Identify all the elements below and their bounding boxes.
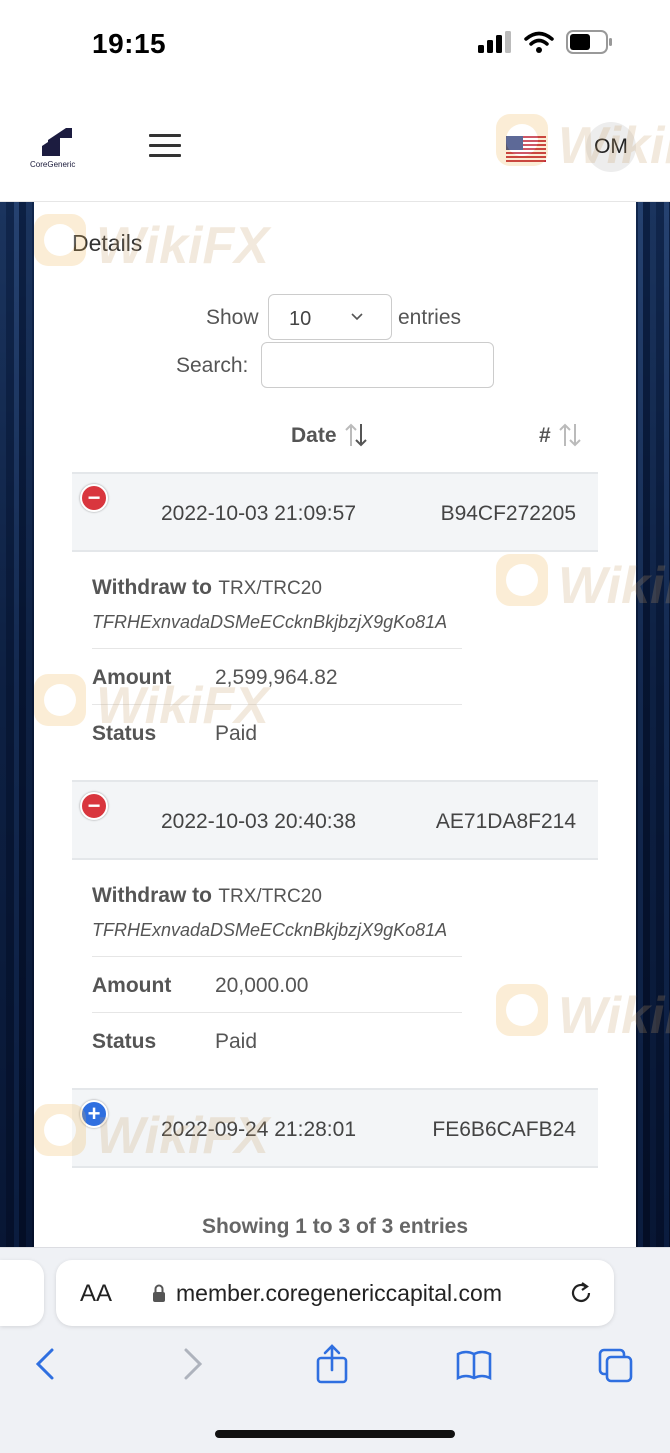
bookmarks-icon[interactable] xyxy=(456,1344,492,1384)
search-label: Search: xyxy=(176,354,249,377)
tabs-icon[interactable] xyxy=(598,1344,634,1384)
entries-length-control: Show 10 entries xyxy=(34,294,636,340)
entries-select-value: 10 xyxy=(289,308,312,330)
app-header: CoreGeneric OM xyxy=(0,90,670,202)
table-info: Showing 1 to 3 of 3 entries xyxy=(201,1215,469,1238)
avatar[interactable]: OM xyxy=(586,122,636,172)
amount-value: 20,000.00 xyxy=(215,974,309,997)
reload-icon[interactable] xyxy=(568,1280,594,1306)
row-details: Withdraw to TRX/TRC20 TFRHExnvadaDSMeECc… xyxy=(72,860,598,1090)
wifi-icon xyxy=(524,31,554,53)
lock-icon xyxy=(153,1284,165,1302)
chevron-down-icon xyxy=(351,313,363,321)
row-date: 2022-10-03 21:09:57 xyxy=(161,502,356,525)
search-input[interactable] xyxy=(261,342,494,388)
brand-logo[interactable]: CoreGeneric xyxy=(30,126,82,176)
divider xyxy=(92,1012,462,1013)
amount-label: Amount xyxy=(92,974,172,997)
table-row[interactable]: + 2022-09-24 21:28:01 FE6B6CAFB24 xyxy=(72,1090,598,1168)
url-text[interactable]: member.coregenericcapital.com xyxy=(176,1280,502,1307)
status-label: Status xyxy=(92,722,157,745)
status-value: Paid xyxy=(215,1030,258,1053)
row-id: B94CF272205 xyxy=(440,502,576,525)
row-date: 2022-09-24 21:28:01 xyxy=(161,1118,356,1141)
withdraw-label: Withdraw to xyxy=(92,576,212,599)
page-title: Details xyxy=(72,230,143,256)
status-icons xyxy=(478,30,614,54)
menu-icon[interactable] xyxy=(149,134,181,158)
amount-value: 2,599,964.82 xyxy=(215,666,338,689)
entries-label: entries xyxy=(398,306,462,329)
table-row[interactable]: − 2022-10-03 21:09:57 B94CF272205 xyxy=(72,474,598,552)
forward-icon[interactable] xyxy=(174,1344,210,1384)
withdraw-network: TRX/TRC20 xyxy=(218,578,322,599)
status-bar: 19:15 xyxy=(0,0,670,90)
wallet-address: TFRHExnvadaDSMeECcknBkjbzjX9gKo81A xyxy=(92,920,448,940)
divider xyxy=(92,704,462,705)
home-indicator[interactable] xyxy=(215,1430,455,1438)
withdraw-label: Withdraw to xyxy=(92,884,212,907)
withdraw-network: TRX/TRC20 xyxy=(218,886,322,907)
amount-label: Amount xyxy=(92,666,172,689)
column-header-id[interactable]: # xyxy=(539,424,551,448)
divider xyxy=(92,648,462,649)
divider xyxy=(92,956,462,957)
details-card: Details Show 10 entries Search: Date # −… xyxy=(34,202,636,1247)
logo-mark-icon xyxy=(42,128,72,156)
collapse-row-icon[interactable]: − xyxy=(80,484,108,512)
entries-select[interactable]: 10 xyxy=(268,294,392,340)
reader-options-button[interactable]: AA xyxy=(80,1280,112,1308)
withdraw-line: Withdraw to TRX/TRC20 xyxy=(92,576,462,600)
status-time: 19:15 xyxy=(92,28,167,59)
back-icon[interactable] xyxy=(28,1344,64,1384)
address-bar[interactable]: AA member.coregenericcapital.com xyxy=(56,1260,614,1326)
wallet-address: TFRHExnvadaDSMeECcknBkjbzjX9gKo81A xyxy=(92,612,448,632)
expand-row-icon[interactable]: + xyxy=(80,1100,108,1128)
column-header-date[interactable]: Date xyxy=(291,424,337,448)
browser-toolbar: AA member.coregenericcapital.com xyxy=(0,1247,670,1453)
sort-icon[interactable] xyxy=(558,422,582,448)
withdraw-line: Withdraw to TRX/TRC20 xyxy=(92,884,462,908)
status-value: Paid xyxy=(215,722,258,745)
cellular-signal-icon xyxy=(478,31,511,53)
row-id: AE71DA8F214 xyxy=(435,810,576,833)
row-id: FE6B6CAFB24 xyxy=(432,1118,576,1141)
share-icon[interactable] xyxy=(314,1344,350,1384)
withdrawals-table: Date # − 2022-10-03 21:09:57 B94CF272205… xyxy=(72,406,598,1168)
table-header: Date # xyxy=(72,406,598,474)
status-label: Status xyxy=(92,1030,157,1053)
battery-icon xyxy=(566,30,612,54)
table-row[interactable]: − 2022-10-03 20:40:38 AE71DA8F214 xyxy=(72,782,598,860)
previous-tab-pill[interactable] xyxy=(0,1260,44,1326)
collapse-row-icon[interactable]: − xyxy=(80,792,108,820)
brand-name: CoreGeneric xyxy=(30,160,76,169)
sort-icon[interactable] xyxy=(344,422,368,448)
us-flag-icon[interactable] xyxy=(506,136,546,162)
show-label: Show xyxy=(206,306,259,329)
row-details: Withdraw to TRX/TRC20 TFRHExnvadaDSMeECc… xyxy=(72,552,598,782)
row-date: 2022-10-03 20:40:38 xyxy=(161,810,356,833)
